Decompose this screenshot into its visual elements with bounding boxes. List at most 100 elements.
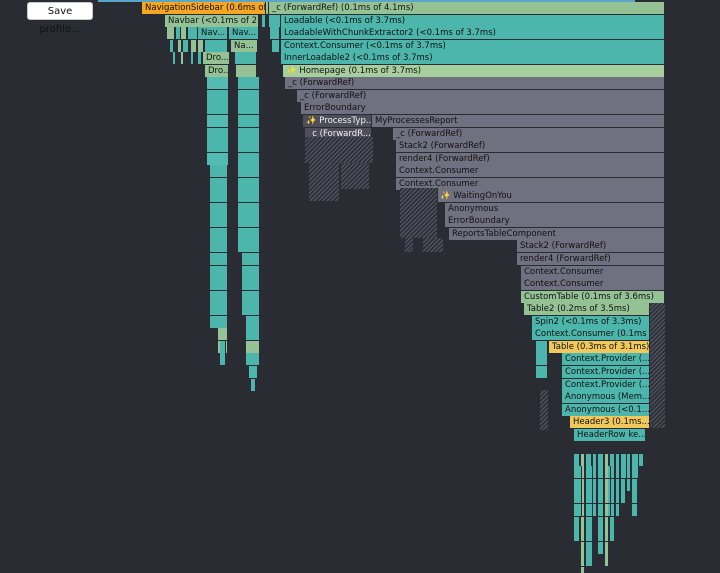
flame-node[interactable] (632, 491, 638, 504)
flame-node[interactable] (590, 478, 593, 491)
flame-node[interactable] (218, 315, 228, 328)
flame-node-stack2-2[interactable]: Stack2 (ForwardRef) (517, 240, 665, 253)
flame-node[interactable] (207, 140, 229, 153)
flame-node[interactable] (579, 504, 582, 516)
flame-node[interactable] (616, 504, 620, 516)
flame-node[interactable] (207, 127, 229, 140)
flame-node[interactable] (167, 27, 175, 40)
flame-node-context-consumer-6[interactable]: Context.Consumer (0.1ms ... (532, 328, 650, 341)
flame-node-table2[interactable]: Table2 (0.2ms of 3.5ms) (524, 303, 650, 316)
flame-node-context-provider-2[interactable]: Context.Provider (... (562, 365, 650, 378)
flame-node[interactable] (593, 466, 597, 479)
flame-node[interactable] (608, 478, 611, 491)
flame-node[interactable] (181, 52, 184, 65)
flame-node[interactable] (536, 353, 548, 366)
flame-node[interactable] (632, 478, 638, 491)
flame-node[interactable] (238, 240, 260, 253)
flame-node[interactable] (210, 265, 228, 278)
flame-node[interactable] (605, 516, 609, 529)
flame-node[interactable] (210, 177, 228, 190)
flame-node[interactable] (598, 478, 604, 491)
flame-node[interactable] (205, 39, 228, 52)
flame-node[interactable] (238, 227, 260, 240)
flame-node[interactable] (586, 453, 592, 466)
flame-node-context-consumer-5[interactable]: Context.Consumer (521, 278, 665, 291)
flame-node[interactable] (639, 453, 644, 466)
flame-node[interactable] (238, 114, 260, 127)
flame-node-reports-table[interactable]: ReportsTableComponent (449, 227, 665, 240)
flame-node[interactable] (579, 491, 582, 504)
flame-node[interactable] (590, 529, 593, 542)
flame-node[interactable] (581, 541, 585, 554)
flame-node-context-consumer-2[interactable]: Context.Consumer (396, 165, 665, 178)
flame-node-anonymous-1[interactable]: Anonymous (445, 202, 665, 215)
flame-node[interactable] (246, 315, 260, 328)
flame-node[interactable] (581, 516, 585, 529)
flame-node-context-provider-1[interactable]: Context.Provider (... (562, 353, 650, 366)
flame-node-custom-table[interactable]: CustomTable (0.1ms of 3.6ms) (521, 290, 665, 303)
flame-node[interactable] (207, 102, 229, 115)
flame-node[interactable] (605, 529, 609, 542)
flame-node[interactable] (574, 453, 580, 466)
flame-node[interactable] (220, 353, 226, 366)
flame-node[interactable] (608, 504, 611, 516)
flame-node[interactable] (218, 290, 228, 303)
flame-node[interactable] (238, 190, 260, 203)
flame-node-stack2-1[interactable]: Stack2 (ForwardRef) (396, 140, 665, 153)
flame-node[interactable] (210, 165, 228, 178)
flame-node[interactable] (246, 340, 260, 353)
flame-node-context-consumer-4[interactable]: Context.Consumer (521, 265, 665, 278)
flame-node[interactable] (238, 165, 260, 178)
flame-node[interactable] (598, 529, 604, 542)
flame-node[interactable] (269, 14, 281, 27)
flame-node-render4-2[interactable]: render4 (ForwardRef) (517, 253, 665, 265)
flame-node-nav1[interactable]: Nav... (198, 27, 228, 40)
flame-node[interactable] (242, 278, 260, 291)
flame-node[interactable] (590, 491, 593, 504)
flame-node[interactable] (621, 478, 626, 491)
flame-node[interactable] (238, 152, 260, 165)
flame-node[interactable] (188, 27, 198, 40)
flame-node-render4-1[interactable]: render4 (ForwardRef) (396, 152, 665, 165)
flame-node[interactable] (590, 466, 593, 479)
flame-node[interactable] (238, 215, 260, 228)
flame-node[interactable] (198, 52, 202, 65)
flame-node[interactable] (605, 453, 609, 466)
flame-node[interactable] (632, 504, 638, 516)
flame-node[interactable] (624, 453, 627, 466)
flame-node[interactable] (616, 491, 620, 504)
flame-node[interactable] (181, 27, 187, 40)
flame-node[interactable] (238, 140, 260, 153)
flame-node-context-consumer-1[interactable]: Context.Consumer (<0.1ms of 3.7ms) (281, 39, 665, 52)
flame-node[interactable] (598, 491, 604, 504)
flame-node[interactable] (191, 52, 194, 65)
flame-node[interactable] (242, 290, 260, 303)
flame-node[interactable] (207, 89, 229, 102)
flame-node-error-boundary-1[interactable]: ErrorBoundary (301, 102, 665, 115)
flame-node[interactable] (218, 278, 228, 291)
flame-node-forwardref-1[interactable]: _c (ForwardRef) (285, 77, 665, 90)
flame-node[interactable] (238, 177, 260, 190)
flame-node-dro2[interactable]: Dro... (205, 64, 229, 77)
flame-node[interactable] (574, 516, 580, 529)
flame-node[interactable] (590, 554, 593, 567)
flame-node[interactable] (207, 114, 229, 127)
flame-node-anonymous-2[interactable]: Anonymous (<0.1... (562, 403, 650, 416)
flame-node[interactable] (627, 466, 631, 479)
flame-node[interactable] (624, 466, 627, 479)
save-profile-button[interactable]: Save profile... (27, 2, 93, 35)
flame-node[interactable] (605, 554, 609, 567)
flame-node-spin2[interactable]: Spin2 (<0.1ms of 3.3ms) (532, 315, 650, 328)
flame-node-na[interactable]: Na... (231, 39, 258, 52)
flame-node[interactable] (581, 453, 585, 466)
flame-node[interactable] (238, 202, 260, 215)
flame-node[interactable] (636, 453, 639, 466)
flame-node[interactable] (608, 491, 611, 504)
flame-node[interactable] (210, 215, 228, 228)
flame-node[interactable] (198, 39, 204, 52)
flame-node[interactable] (610, 516, 615, 529)
flame-node[interactable] (598, 466, 604, 479)
flame-node[interactable] (605, 541, 609, 554)
flame-node[interactable] (246, 353, 260, 366)
flame-node[interactable] (220, 340, 226, 353)
